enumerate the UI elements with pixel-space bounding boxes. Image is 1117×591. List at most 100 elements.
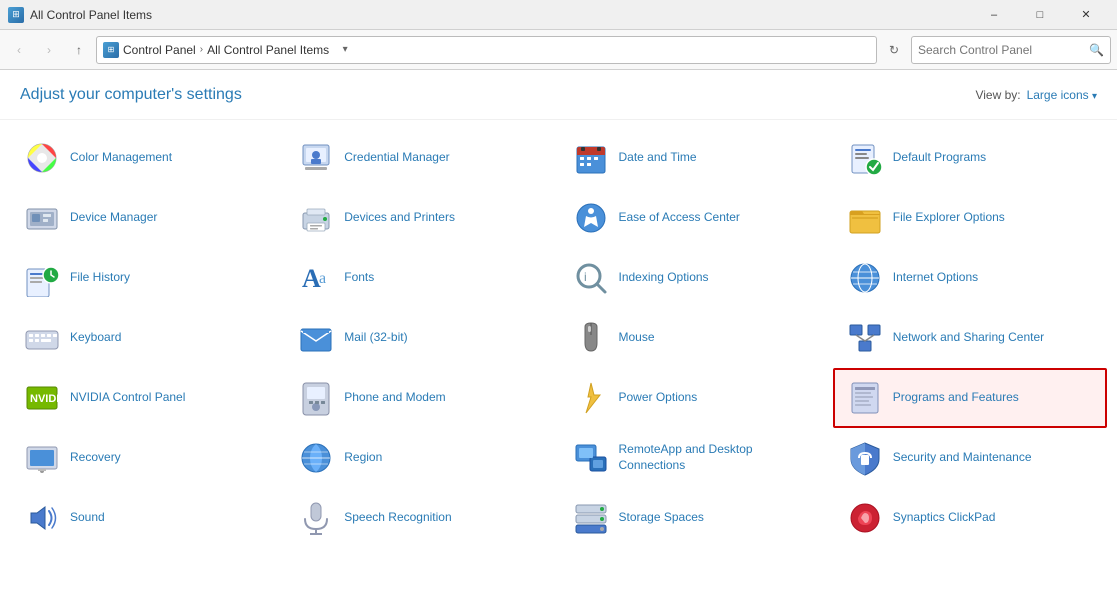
icon-synaptics	[845, 498, 885, 538]
address-part2: All Control Panel Items	[207, 43, 329, 57]
label-nvidia: NVIDIA Control Panel	[70, 390, 185, 406]
label-mouse: Mouse	[619, 330, 655, 346]
item-credential-manager[interactable]: Credential Manager	[284, 128, 558, 188]
icon-security-maintenance	[845, 438, 885, 478]
item-fonts[interactable]: A a Fonts	[284, 248, 558, 308]
address-dropdown-button[interactable]: ▾	[335, 36, 355, 64]
item-file-explorer[interactable]: File Explorer Options	[833, 188, 1107, 248]
up-button[interactable]: ↑	[66, 37, 92, 63]
label-default-programs: Default Programs	[893, 150, 986, 166]
icon-indexing: i	[571, 258, 611, 298]
window-icon: ⊞	[8, 7, 24, 23]
label-internet-options: Internet Options	[893, 270, 978, 286]
item-security-maintenance[interactable]: Security and Maintenance	[833, 428, 1107, 488]
label-ease-of-access: Ease of Access Center	[619, 210, 740, 226]
address-part1: Control Panel	[123, 43, 196, 57]
icon-ease-of-access	[571, 198, 611, 238]
window-title: All Control Panel Items	[30, 8, 152, 22]
address-icon: ⊞	[103, 42, 119, 58]
icon-sound	[22, 498, 62, 538]
item-sound[interactable]: Sound	[10, 488, 284, 541]
back-button[interactable]: ‹	[6, 37, 32, 63]
items-grid: Color Management Credential Manager	[0, 120, 1117, 541]
label-network-sharing: Network and Sharing Center	[893, 330, 1044, 346]
icon-power-options	[571, 378, 611, 418]
icon-device-manager	[22, 198, 62, 238]
item-device-manager[interactable]: Device Manager	[10, 188, 284, 248]
forward-button[interactable]: ›	[36, 37, 62, 63]
maximize-button[interactable]: □	[1017, 0, 1063, 30]
view-mode-text: Large icons	[1027, 88, 1089, 102]
address-field[interactable]: ⊞ Control Panel › All Control Panel Item…	[96, 36, 877, 64]
label-file-history: File History	[70, 270, 130, 286]
icon-credential-manager	[296, 138, 336, 178]
title-bar-left: ⊞ All Control Panel Items	[8, 7, 152, 23]
label-mail: Mail (32-bit)	[344, 330, 407, 346]
minimize-button[interactable]: –	[971, 0, 1017, 30]
item-recovery[interactable]: Recovery	[10, 428, 284, 488]
address-separator1: ›	[200, 44, 203, 55]
item-network-sharing[interactable]: Network and Sharing Center	[833, 308, 1107, 368]
label-devices-printers: Devices and Printers	[344, 210, 455, 226]
svg-text:a: a	[319, 270, 326, 287]
icon-speech	[296, 498, 336, 538]
label-security-maintenance: Security and Maintenance	[893, 450, 1032, 466]
label-keyboard: Keyboard	[70, 330, 121, 346]
label-power-options: Power Options	[619, 390, 698, 406]
label-programs-features: Programs and Features	[893, 390, 1019, 406]
item-mouse[interactable]: Mouse	[559, 308, 833, 368]
item-indexing[interactable]: i Indexing Options	[559, 248, 833, 308]
icon-remoteapp	[571, 438, 611, 478]
icon-internet-options	[845, 258, 885, 298]
window-controls: – □ ✕	[971, 0, 1109, 30]
item-power-options[interactable]: Power Options	[559, 368, 833, 428]
item-file-history[interactable]: File History	[10, 248, 284, 308]
search-box[interactable]: 🔍	[911, 36, 1111, 64]
item-programs-features[interactable]: Programs and Features	[833, 368, 1107, 428]
page-title: Adjust your computer's settings	[20, 86, 242, 104]
item-ease-of-access[interactable]: Ease of Access Center	[559, 188, 833, 248]
item-color-management[interactable]: Color Management	[10, 128, 284, 188]
label-file-explorer: File Explorer Options	[893, 210, 1005, 226]
item-keyboard[interactable]: Keyboard	[10, 308, 284, 368]
icon-region	[296, 438, 336, 478]
item-synaptics[interactable]: Synaptics ClickPad	[833, 488, 1107, 541]
item-date-time[interactable]: Date and Time	[559, 128, 833, 188]
label-indexing: Indexing Options	[619, 270, 709, 286]
item-remoteapp[interactable]: RemoteApp and Desktop Connections	[559, 428, 833, 488]
item-default-programs[interactable]: Default Programs	[833, 128, 1107, 188]
title-bar: ⊞ All Control Panel Items – □ ✕	[0, 0, 1117, 30]
item-mail[interactable]: Mail (32-bit)	[284, 308, 558, 368]
close-button[interactable]: ✕	[1063, 0, 1109, 30]
item-speech[interactable]: Speech Recognition	[284, 488, 558, 541]
item-internet-options[interactable]: Internet Options	[833, 248, 1107, 308]
item-region[interactable]: Region	[284, 428, 558, 488]
item-phone-modem[interactable]: Phone and Modem	[284, 368, 558, 428]
icon-phone-modem	[296, 378, 336, 418]
label-credential-manager: Credential Manager	[344, 150, 449, 166]
item-devices-printers[interactable]: Devices and Printers	[284, 188, 558, 248]
label-phone-modem: Phone and Modem	[344, 390, 445, 406]
view-mode-link[interactable]: Large icons ▾	[1027, 88, 1097, 102]
svg-text:i: i	[584, 270, 587, 284]
item-nvidia[interactable]: NVIDIA NVIDIA Control Panel	[10, 368, 284, 428]
label-recovery: Recovery	[70, 450, 121, 466]
icon-nvidia: NVIDIA	[22, 378, 62, 418]
label-remoteapp: RemoteApp and Desktop Connections	[619, 442, 821, 473]
icon-programs-features	[845, 378, 885, 418]
icon-file-explorer	[845, 198, 885, 238]
label-color-management: Color Management	[70, 150, 172, 166]
refresh-button[interactable]: ↻	[881, 37, 907, 63]
label-sound: Sound	[70, 510, 105, 526]
view-by-label: View by:	[975, 88, 1020, 102]
icon-file-history	[22, 258, 62, 298]
search-icon: 🔍	[1089, 43, 1104, 57]
search-input[interactable]	[918, 43, 1085, 57]
icon-mail	[296, 318, 336, 358]
address-bar: ‹ › ↑ ⊞ Control Panel › All Control Pane…	[0, 30, 1117, 70]
label-fonts: Fonts	[344, 270, 374, 286]
svg-text:NVIDIA: NVIDIA	[30, 393, 61, 405]
label-speech: Speech Recognition	[344, 510, 451, 526]
item-storage-spaces[interactable]: Storage Spaces	[559, 488, 833, 541]
icon-recovery	[22, 438, 62, 478]
